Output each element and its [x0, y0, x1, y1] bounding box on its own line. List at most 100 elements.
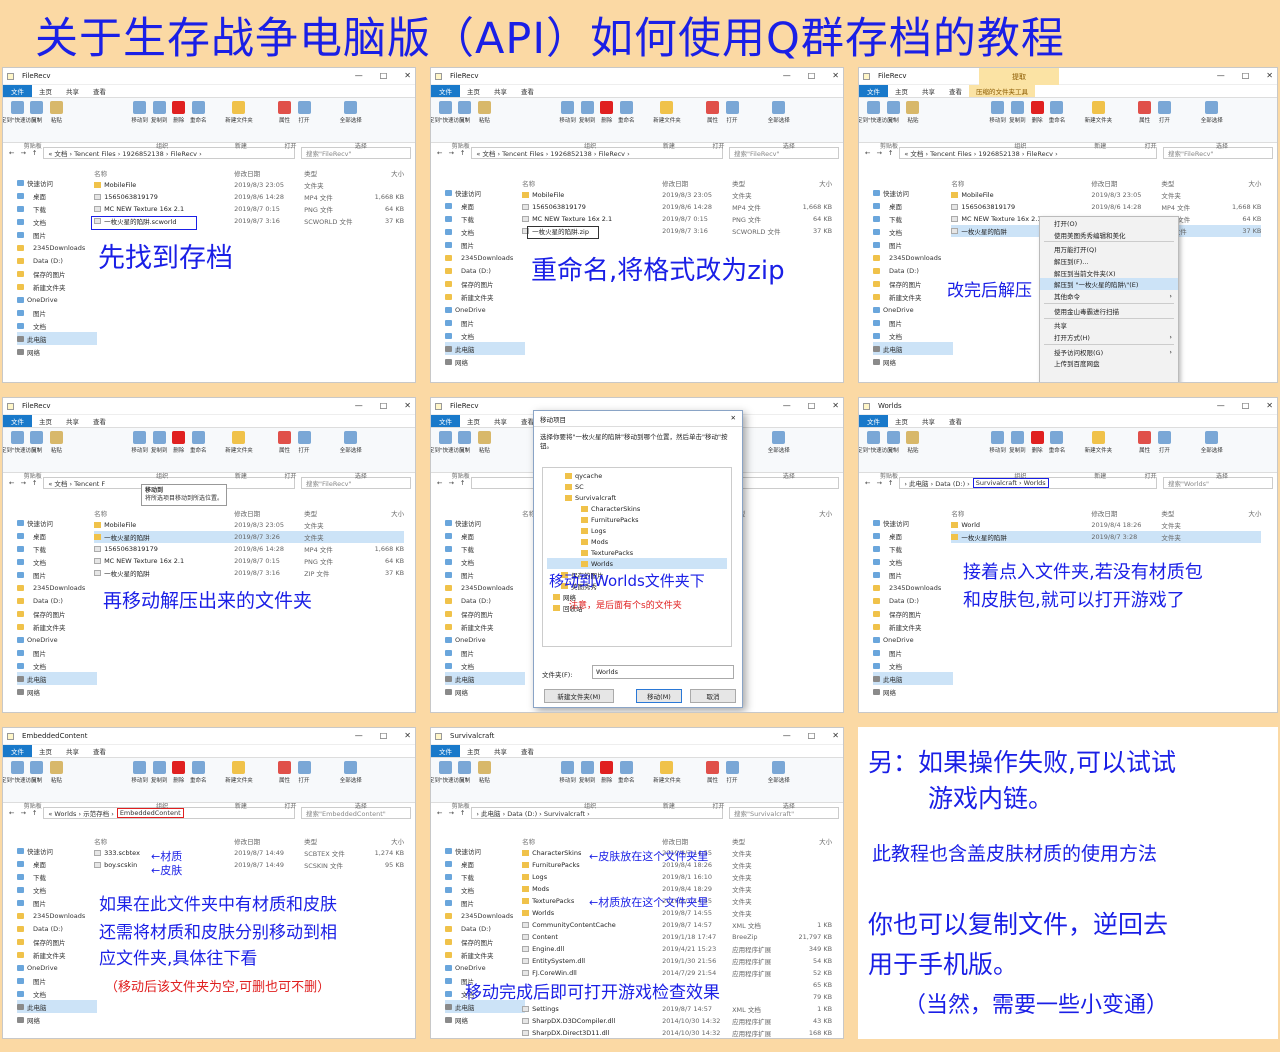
- file-row[interactable]: Settings 2019/8/7 14:57 XML 文档 1 KB: [522, 1003, 832, 1015]
- nav-item[interactable]: 新建文件夹: [445, 290, 525, 303]
- file-row[interactable]: MobileFile 2019/8/3 23:05 文件夹: [94, 179, 404, 191]
- ribbon-open-button[interactable]: 打开: [296, 101, 313, 131]
- address-bar[interactable]: › 此电脑 › Data (D:) › Survivalcraft › World…: [899, 477, 1157, 489]
- ribbon-rename-button[interactable]: 重命名: [618, 101, 635, 131]
- column-header[interactable]: 修改日期: [234, 836, 304, 846]
- tab-view[interactable]: 查看: [86, 745, 113, 757]
- nav-item[interactable]: 快速访问: [17, 176, 97, 189]
- nav-item[interactable]: 2345Downloads: [17, 241, 97, 254]
- nav-item[interactable]: 保存的图片: [17, 607, 97, 620]
- ribbon-pin-button[interactable]: 固定到"快速访问": [859, 101, 895, 131]
- ribbon-copy-to-button[interactable]: 复制到: [151, 101, 168, 131]
- context-menu-item[interactable]: 解压到 "一枚火星的陷阱\"(E): [1040, 278, 1178, 291]
- back-arrow-icon[interactable]: ←: [9, 809, 14, 817]
- ribbon-properties-button[interactable]: 属性: [276, 761, 293, 791]
- ribbon-copy-button[interactable]: 复制: [457, 101, 474, 131]
- nav-item[interactable]: 文档: [445, 555, 525, 568]
- ribbon-rename-button[interactable]: 重命名: [190, 101, 207, 131]
- ribbon-paste-button[interactable]: 粘贴: [476, 761, 493, 791]
- close-button[interactable]: ✕: [404, 71, 411, 80]
- column-header[interactable]: 名称: [951, 508, 1091, 518]
- column-header[interactable]: 修改日期: [662, 178, 732, 188]
- maximize-button[interactable]: □: [1242, 401, 1250, 410]
- column-header[interactable]: 名称: [522, 836, 662, 846]
- nav-item[interactable]: 图片: [445, 646, 525, 659]
- ribbon-copy-to-button[interactable]: 复制到: [151, 431, 168, 461]
- column-header[interactable]: 类型: [732, 836, 792, 846]
- file-row[interactable]: SharpDX.D3DCompiler.dll 2014/10/30 14:32 应…: [522, 1015, 832, 1027]
- tab-share[interactable]: 共享: [915, 85, 942, 97]
- nav-item[interactable]: 2345Downloads: [445, 909, 525, 922]
- file-row[interactable]: 1565063819179 2019/8/6 14:28 MP4 文件 1,668 K…: [94, 543, 404, 555]
- nav-item[interactable]: Data (D:): [17, 922, 97, 935]
- ribbon-select-all-button[interactable]: 全部选择: [340, 101, 362, 131]
- nav-item[interactable]: 快速访问: [445, 844, 525, 857]
- minimize-button[interactable]: —: [355, 71, 363, 80]
- ribbon-delete-button[interactable]: 删除: [170, 101, 187, 131]
- nav-item[interactable]: 桌面: [873, 199, 953, 212]
- nav-item[interactable]: Data (D:): [445, 594, 525, 607]
- ribbon-copy-to-button[interactable]: 复制到: [579, 761, 596, 791]
- tree-item[interactable]: TexturePacks: [547, 547, 727, 558]
- column-header[interactable]: 类型: [732, 178, 792, 188]
- nav-item[interactable]: 此电脑: [873, 672, 953, 685]
- nav-item[interactable]: 桌面: [17, 857, 97, 870]
- ribbon-pin-button[interactable]: 固定到"快速访问": [431, 761, 467, 791]
- nav-item[interactable]: 新建文件夹: [873, 620, 953, 633]
- nav-item[interactable]: 此电脑: [873, 342, 953, 355]
- nav-item[interactable]: 图片: [445, 896, 525, 909]
- tab-file[interactable]: 文件: [3, 85, 32, 97]
- tab-home[interactable]: 主页: [888, 415, 915, 427]
- nav-item[interactable]: 桌面: [445, 199, 525, 212]
- nav-item[interactable]: 下载: [17, 870, 97, 883]
- nav-item[interactable]: 下载: [17, 202, 97, 215]
- tree-item[interactable]: Worlds: [547, 558, 727, 569]
- ribbon-pin-button[interactable]: 固定到"快速访问": [859, 431, 895, 461]
- nav-item[interactable]: 2345Downloads: [445, 581, 525, 594]
- nav-item[interactable]: 图片: [17, 974, 97, 987]
- ribbon-new-folder-button[interactable]: 新建文件夹: [653, 101, 681, 131]
- up-arrow-icon[interactable]: ↑: [888, 479, 893, 487]
- ribbon-new-folder-button[interactable]: 新建文件夹: [225, 101, 253, 131]
- ribbon-move-to-button[interactable]: 移动到: [989, 101, 1006, 131]
- nav-item[interactable]: 此电脑: [445, 342, 525, 355]
- file-row[interactable]: Logs 2019/8/1 16:10 文件夹: [522, 871, 832, 883]
- ribbon-rename-button[interactable]: 重命名: [618, 761, 635, 791]
- column-header[interactable]: 修改日期: [1091, 508, 1161, 518]
- nav-item[interactable]: 下载: [873, 212, 953, 225]
- ribbon-rename-button[interactable]: 重命名: [190, 431, 207, 461]
- tab-share[interactable]: 共享: [487, 415, 514, 427]
- nav-item[interactable]: 快速访问: [873, 516, 953, 529]
- address-bar[interactable]: « Worlds › 示范存档 › EmbeddedContent: [43, 807, 295, 819]
- ribbon-move-to-button[interactable]: 移动到: [131, 101, 148, 131]
- ribbon-new-folder-button[interactable]: 新建文件夹: [1085, 431, 1112, 461]
- ribbon-paste-button[interactable]: 粘贴: [48, 431, 65, 461]
- ribbon-pin-button[interactable]: 固定到"快速访问": [3, 761, 39, 791]
- nav-item[interactable]: OneDrive: [17, 293, 97, 306]
- new-folder-button[interactable]: 新建文件夹(M): [544, 689, 614, 703]
- minimize-button[interactable]: —: [783, 731, 791, 740]
- minimize-button[interactable]: —: [783, 71, 791, 80]
- ribbon-properties-button[interactable]: 属性: [704, 101, 721, 131]
- nav-item[interactable]: 新建文件夹: [445, 620, 525, 633]
- ribbon-open-button[interactable]: 打开: [296, 431, 313, 461]
- folder-tree[interactable]: qycache SC Survivalcraft CharacterSkins Furn…: [542, 467, 732, 647]
- tab-view[interactable]: 查看: [86, 85, 113, 97]
- tab-home[interactable]: 主页: [460, 85, 487, 97]
- nav-item[interactable]: 此电脑: [17, 672, 97, 685]
- dialog-close-icon[interactable]: ✕: [731, 414, 736, 422]
- context-menu-item[interactable]: 共享: [1040, 320, 1178, 332]
- back-arrow-icon[interactable]: ←: [9, 149, 14, 157]
- nav-item[interactable]: 此电脑: [17, 332, 97, 345]
- forward-arrow-icon[interactable]: →: [876, 149, 881, 157]
- nav-item[interactable]: 图片: [873, 646, 953, 659]
- column-header[interactable]: 大小: [364, 168, 404, 178]
- tab-file[interactable]: 文件: [431, 85, 460, 97]
- nav-item[interactable]: 保存的图片: [445, 607, 525, 620]
- column-header[interactable]: 名称: [94, 168, 234, 178]
- nav-item[interactable]: OneDrive: [873, 633, 953, 646]
- ribbon-copy-to-button[interactable]: 复制到: [151, 761, 168, 791]
- ribbon-paste-button[interactable]: 粘贴: [476, 101, 493, 131]
- nav-item[interactable]: 图片: [17, 306, 97, 319]
- file-row[interactable]: 一枚火星的陷阱 2019/8/7 3:26 文件夹: [94, 531, 405, 543]
